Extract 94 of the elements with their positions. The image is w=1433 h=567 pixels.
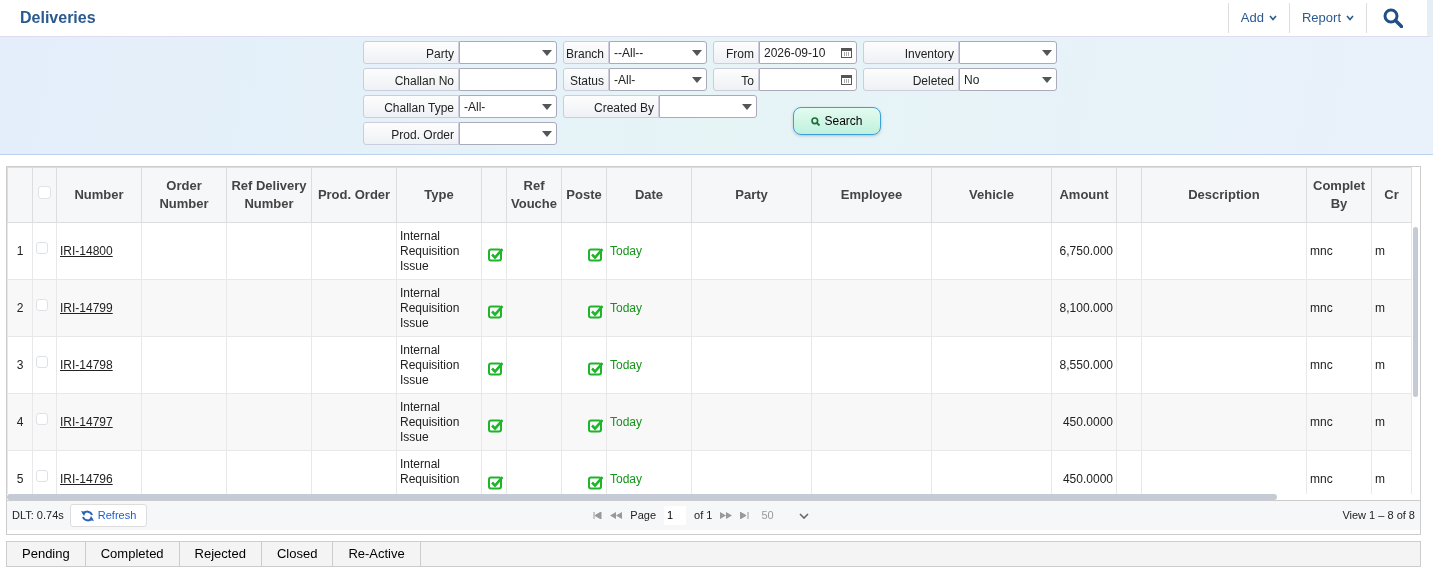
- row-number: 5: [16, 472, 24, 486]
- date-text: Today: [610, 472, 643, 486]
- search-button[interactable]: Search: [793, 107, 881, 135]
- field-label: Branch: [563, 41, 609, 64]
- row-number: 4: [16, 415, 24, 429]
- record-count: View 1 – 8 of 8: [1342, 508, 1415, 524]
- dropdown-arrow-icon: [692, 49, 702, 56]
- cell-text: mnc: [1310, 358, 1333, 372]
- date-field[interactable]: [759, 68, 857, 91]
- field-label: Inventory: [863, 41, 959, 64]
- row-number: 1: [16, 244, 24, 258]
- cell-text: m: [1375, 415, 1385, 429]
- date-text: Today: [610, 301, 643, 315]
- row-number: 2: [16, 301, 24, 315]
- date-field[interactable]: 2026-09-10: [759, 41, 857, 64]
- row-checkbox[interactable]: [36, 299, 48, 311]
- vertical-scrollbar[interactable]: [1413, 227, 1418, 397]
- dropdown-arrow-icon: [1042, 76, 1052, 83]
- cell-text: Internal Requisition: [400, 457, 460, 486]
- page-label: Page: [630, 508, 656, 524]
- last-page-icon[interactable]: [740, 512, 750, 519]
- page-input[interactable]: 1: [664, 506, 686, 525]
- field-label: To: [713, 68, 759, 91]
- dropdown[interactable]: -All-: [459, 95, 557, 118]
- cell-text: m: [1375, 244, 1385, 258]
- dropdown[interactable]: -All-: [609, 68, 707, 91]
- search-icon: [811, 116, 821, 126]
- date-text: Today: [610, 415, 643, 429]
- field-label: Deleted: [863, 68, 959, 91]
- cell-text: mnc: [1310, 301, 1333, 315]
- previous-page-icon[interactable]: [610, 512, 623, 519]
- refresh-icon: [80, 509, 94, 522]
- page-count: of 1: [694, 508, 713, 524]
- dropdown-arrow-icon: [742, 103, 752, 110]
- dropdown[interactable]: --All--: [609, 41, 707, 64]
- cell-text: m: [1375, 301, 1385, 315]
- amount-text: 8,100.000: [1059, 301, 1113, 315]
- field-label: From: [713, 41, 759, 64]
- cell-text: m: [1375, 358, 1385, 372]
- field-label: Challan Type: [363, 95, 459, 118]
- dropdown-arrow-icon: [1042, 49, 1052, 56]
- record-link[interactable]: IRI-14797: [60, 415, 113, 429]
- search-icon: [1383, 8, 1403, 28]
- cell-text: Internal Requisition Issue: [400, 286, 460, 330]
- field-label: Created By: [563, 95, 659, 118]
- next-page-icon[interactable]: [720, 512, 733, 519]
- cell-text: Internal Requisition Issue: [400, 343, 460, 387]
- chevron-down-icon: [799, 512, 810, 519]
- dropdown-arrow-icon: [542, 130, 552, 137]
- caret-icon: [1346, 15, 1354, 21]
- dropdown[interactable]: [459, 122, 557, 145]
- page-title: Deliveries: [20, 8, 96, 28]
- timing-text: DLT: 0.74s: [12, 508, 64, 524]
- record-link[interactable]: IRI-14799: [60, 301, 113, 315]
- select-all-checkbox[interactable]: [38, 186, 51, 199]
- horizontal-scrollbar[interactable]: [7, 494, 1277, 500]
- record-link[interactable]: IRI-14800: [60, 244, 113, 258]
- cell-text: mnc: [1310, 415, 1333, 429]
- amount-text: 6,750.000: [1059, 244, 1113, 258]
- date-text: Today: [610, 244, 643, 258]
- field-label: Prod. Order: [363, 122, 459, 145]
- field-label: Status: [563, 68, 609, 91]
- field-label: Party: [363, 41, 459, 64]
- text-field[interactable]: [459, 68, 557, 91]
- field-label: Challan No: [363, 68, 459, 91]
- dropdown-arrow-icon: [542, 103, 552, 110]
- amount-text: 450.0000: [1062, 415, 1113, 429]
- dropdown[interactable]: No: [959, 68, 1057, 91]
- refresh-button[interactable]: Refresh: [69, 504, 148, 527]
- amount-text: 8,550.000: [1059, 358, 1113, 372]
- dropdown-arrow-icon: [692, 76, 702, 83]
- record-link[interactable]: IRI-14796: [60, 472, 113, 486]
- calendar-icon: [841, 74, 852, 85]
- row-checkbox[interactable]: [36, 470, 48, 482]
- cell-text: mnc: [1310, 472, 1333, 486]
- calendar-icon: [841, 47, 852, 58]
- cell-text: m: [1375, 472, 1385, 486]
- row-checkbox[interactable]: [36, 356, 48, 368]
- dropdown[interactable]: [459, 41, 557, 64]
- cell-text: Internal Requisition Issue: [400, 400, 460, 444]
- date-text: Today: [610, 358, 643, 372]
- cell-text: Internal Requisition Issue: [400, 229, 460, 273]
- cell-text: mnc: [1310, 244, 1333, 258]
- record-link[interactable]: IRI-14798: [60, 358, 113, 372]
- amount-text: 450.0000: [1062, 472, 1113, 486]
- row-checkbox[interactable]: [36, 413, 48, 425]
- menu-button[interactable]: Report: [1288, 3, 1366, 33]
- dropdown-arrow-icon: [542, 49, 552, 56]
- caret-icon: [1268, 15, 1277, 21]
- row-number: 3: [16, 358, 24, 372]
- row-checkbox[interactable]: [36, 242, 48, 254]
- dropdown[interactable]: [959, 41, 1057, 64]
- first-page-icon[interactable]: [593, 512, 603, 519]
- menu-button[interactable]: Add: [1227, 3, 1289, 33]
